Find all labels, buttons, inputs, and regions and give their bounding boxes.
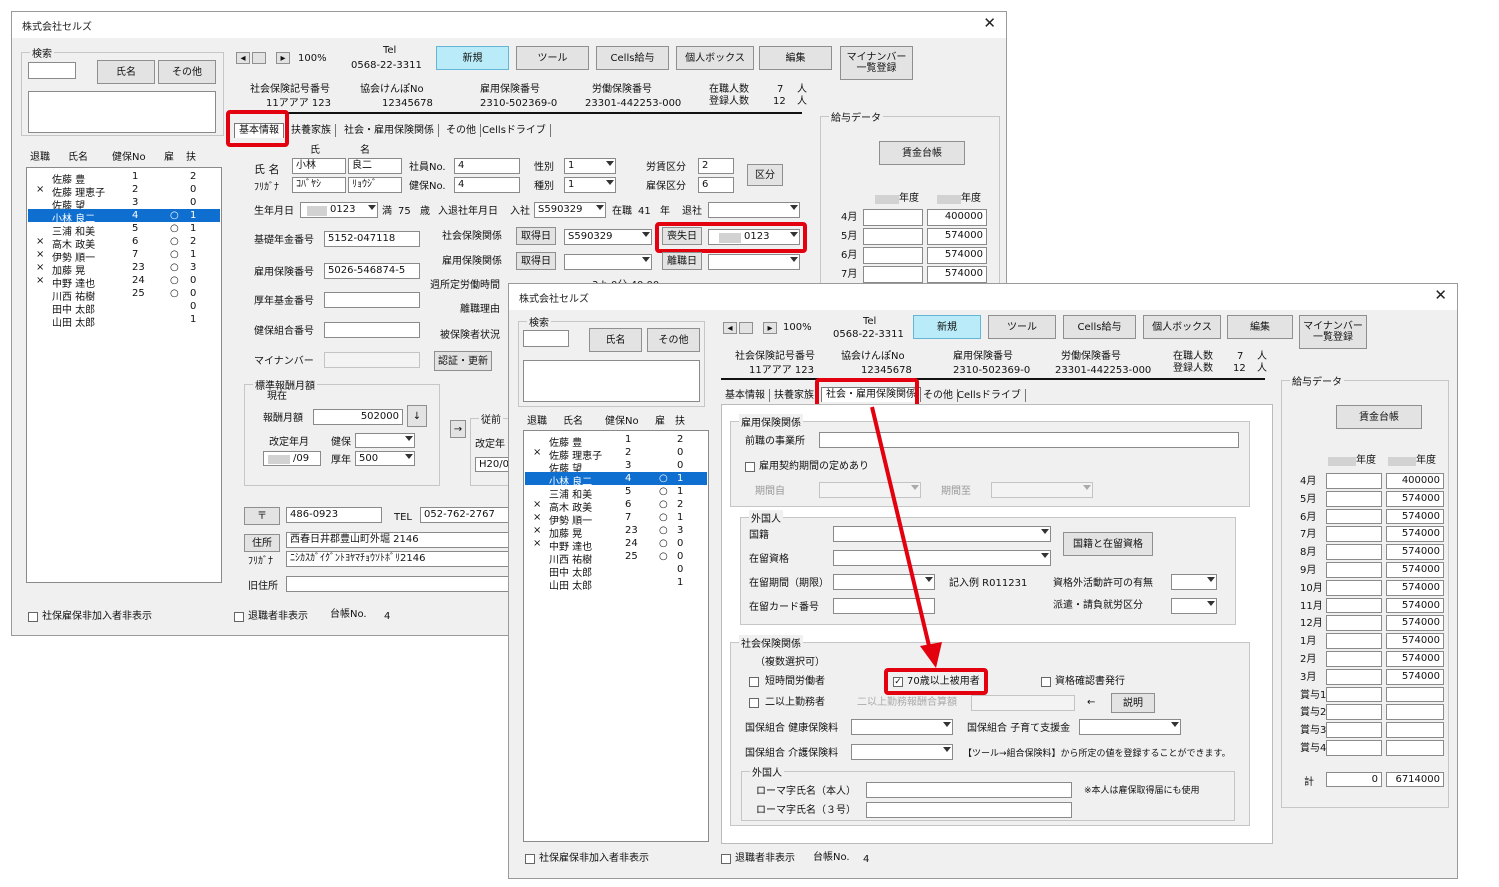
annotation-arrow <box>870 406 942 668</box>
